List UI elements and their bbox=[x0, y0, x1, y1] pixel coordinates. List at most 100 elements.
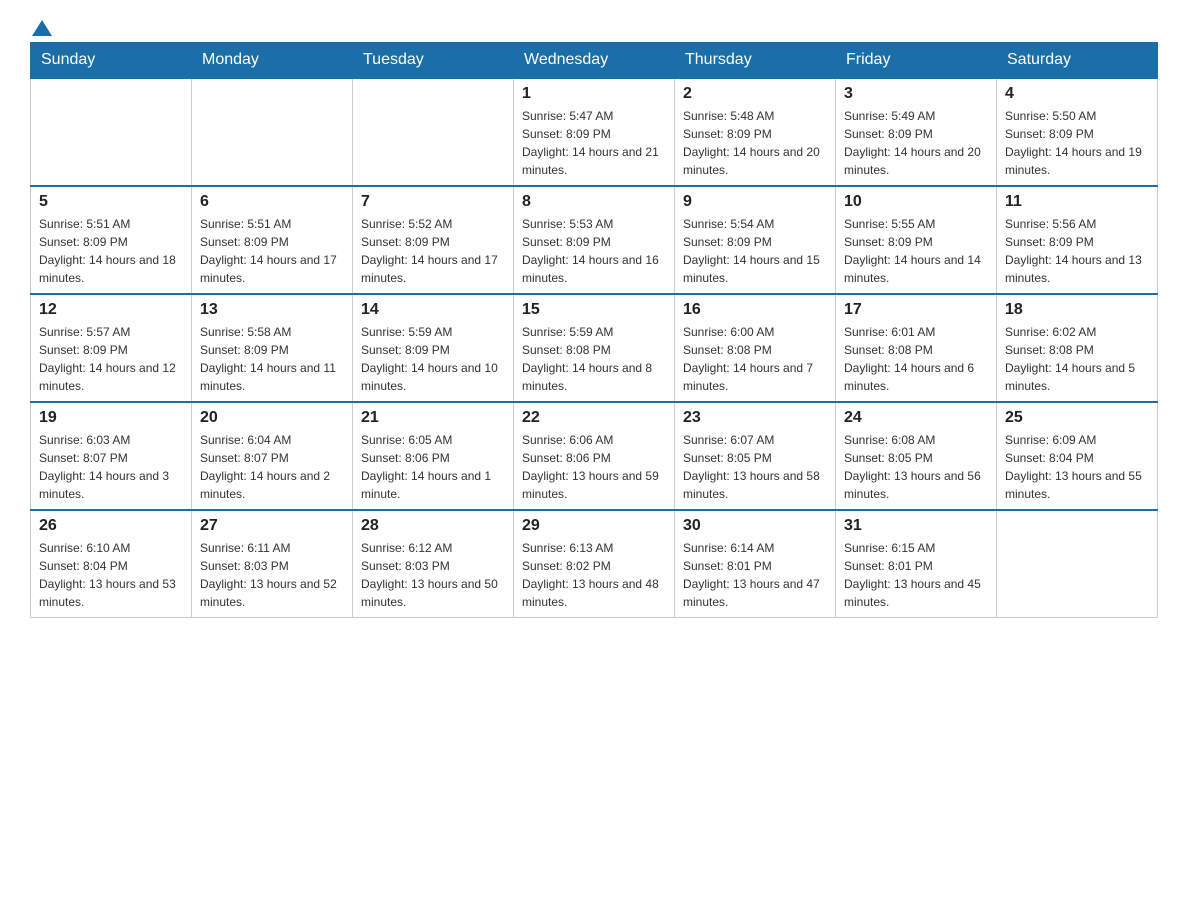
sunset-text: Sunset: 8:04 PM bbox=[39, 557, 183, 575]
sunset-text: Sunset: 8:08 PM bbox=[844, 341, 988, 359]
daylight-text: Daylight: 14 hours and 15 minutes. bbox=[683, 251, 827, 287]
day-number: 15 bbox=[522, 301, 666, 319]
day-number: 9 bbox=[683, 193, 827, 211]
daylight-text: Daylight: 13 hours and 56 minutes. bbox=[844, 467, 988, 503]
day-number: 18 bbox=[1005, 301, 1149, 319]
daylight-text: Daylight: 14 hours and 21 minutes. bbox=[522, 143, 666, 179]
day-info: Sunrise: 5:56 AMSunset: 8:09 PMDaylight:… bbox=[1005, 215, 1149, 287]
day-info: Sunrise: 6:10 AMSunset: 8:04 PMDaylight:… bbox=[39, 539, 183, 611]
daylight-text: Daylight: 14 hours and 6 minutes. bbox=[844, 359, 988, 395]
sunset-text: Sunset: 8:03 PM bbox=[200, 557, 344, 575]
day-info: Sunrise: 5:49 AMSunset: 8:09 PMDaylight:… bbox=[844, 107, 988, 179]
sunrise-text: Sunrise: 6:07 AM bbox=[683, 431, 827, 449]
day-number: 2 bbox=[683, 85, 827, 103]
daylight-text: Daylight: 13 hours and 52 minutes. bbox=[200, 575, 344, 611]
daylight-text: Daylight: 13 hours and 59 minutes. bbox=[522, 467, 666, 503]
calendar-header-friday: Friday bbox=[836, 43, 997, 79]
sunrise-text: Sunrise: 5:57 AM bbox=[39, 323, 183, 341]
daylight-text: Daylight: 14 hours and 5 minutes. bbox=[1005, 359, 1149, 395]
sunset-text: Sunset: 8:01 PM bbox=[683, 557, 827, 575]
calendar-cell: 21Sunrise: 6:05 AMSunset: 8:06 PMDayligh… bbox=[353, 402, 514, 510]
day-info: Sunrise: 5:58 AMSunset: 8:09 PMDaylight:… bbox=[200, 323, 344, 395]
calendar-cell: 6Sunrise: 5:51 AMSunset: 8:09 PMDaylight… bbox=[192, 186, 353, 294]
calendar-cell: 8Sunrise: 5:53 AMSunset: 8:09 PMDaylight… bbox=[514, 186, 675, 294]
calendar-cell bbox=[192, 78, 353, 186]
day-number: 1 bbox=[522, 85, 666, 103]
sunrise-text: Sunrise: 5:59 AM bbox=[361, 323, 505, 341]
daylight-text: Daylight: 14 hours and 18 minutes. bbox=[39, 251, 183, 287]
day-info: Sunrise: 5:47 AMSunset: 8:09 PMDaylight:… bbox=[522, 107, 666, 179]
sunset-text: Sunset: 8:08 PM bbox=[683, 341, 827, 359]
calendar-cell: 16Sunrise: 6:00 AMSunset: 8:08 PMDayligh… bbox=[675, 294, 836, 402]
week-row-4: 19Sunrise: 6:03 AMSunset: 8:07 PMDayligh… bbox=[31, 402, 1158, 510]
day-number: 21 bbox=[361, 409, 505, 427]
sunset-text: Sunset: 8:09 PM bbox=[522, 233, 666, 251]
sunrise-text: Sunrise: 5:51 AM bbox=[39, 215, 183, 233]
sunrise-text: Sunrise: 5:56 AM bbox=[1005, 215, 1149, 233]
calendar-cell: 13 Sunrise: 5:58 AMSunset: 8:09 PMDayligh… bbox=[192, 294, 353, 402]
sunset-text: Sunset: 8:05 PM bbox=[844, 449, 988, 467]
calendar-cell bbox=[31, 78, 192, 186]
calendar-header-thursday: Thursday bbox=[675, 43, 836, 79]
day-number: 4 bbox=[1005, 85, 1149, 103]
daylight-text: Daylight: 14 hours and 12 minutes. bbox=[39, 359, 183, 395]
day-info: Sunrise: 6:11 AMSunset: 8:03 PMDaylight:… bbox=[200, 539, 344, 611]
day-info: Sunrise: 6:07 AMSunset: 8:05 PMDaylight:… bbox=[683, 431, 827, 503]
sunset-text: Sunset: 8:09 PM bbox=[844, 233, 988, 251]
day-info: Sunrise: 5:54 AMSunset: 8:09 PMDaylight:… bbox=[683, 215, 827, 287]
calendar-cell: 25Sunrise: 6:09 AMSunset: 8:04 PMDayligh… bbox=[997, 402, 1158, 510]
calendar-cell bbox=[353, 78, 514, 186]
daylight-text: Daylight: 14 hours and 2 minutes. bbox=[200, 467, 344, 503]
day-number: 13 bbox=[200, 301, 344, 319]
calendar-cell: 22Sunrise: 6:06 AMSunset: 8:06 PMDayligh… bbox=[514, 402, 675, 510]
day-number: 24 bbox=[844, 409, 988, 427]
day-info: Sunrise: 6:08 AMSunset: 8:05 PMDaylight:… bbox=[844, 431, 988, 503]
sunset-text: Sunset: 8:01 PM bbox=[844, 557, 988, 575]
day-number: 29 bbox=[522, 517, 666, 535]
day-info: Sunrise: 5:48 AMSunset: 8:09 PMDaylight:… bbox=[683, 107, 827, 179]
sunrise-text: Sunrise: 6:02 AM bbox=[1005, 323, 1149, 341]
sunrise-text: Sunrise: 6:04 AM bbox=[200, 431, 344, 449]
sunset-text: Sunset: 8:06 PM bbox=[522, 449, 666, 467]
calendar-cell: 15Sunrise: 5:59 AMSunset: 8:08 PMDayligh… bbox=[514, 294, 675, 402]
sunrise-text: Sunrise: 6:13 AM bbox=[522, 539, 666, 557]
day-info: Sunrise: 6:13 AMSunset: 8:02 PMDaylight:… bbox=[522, 539, 666, 611]
sunset-text: Sunset: 8:09 PM bbox=[1005, 233, 1149, 251]
daylight-text: Daylight: 14 hours and 16 minutes. bbox=[522, 251, 666, 287]
day-info: Sunrise: 6:03 AMSunset: 8:07 PMDaylight:… bbox=[39, 431, 183, 503]
sunset-text: Sunset: 8:07 PM bbox=[39, 449, 183, 467]
calendar-cell: 7Sunrise: 5:52 AMSunset: 8:09 PMDaylight… bbox=[353, 186, 514, 294]
day-info: Sunrise: 5:55 AMSunset: 8:09 PMDaylight:… bbox=[844, 215, 988, 287]
day-info: Sunrise: 6:15 AMSunset: 8:01 PMDaylight:… bbox=[844, 539, 988, 611]
sunrise-text: Sunrise: 5:47 AM bbox=[522, 107, 666, 125]
calendar-cell: 12Sunrise: 5:57 AMSunset: 8:09 PMDayligh… bbox=[31, 294, 192, 402]
daylight-text: Daylight: 14 hours and 10 minutes. bbox=[361, 359, 505, 395]
calendar-cell: 20Sunrise: 6:04 AMSunset: 8:07 PMDayligh… bbox=[192, 402, 353, 510]
day-info: Sunrise: 5:53 AMSunset: 8:09 PMDaylight:… bbox=[522, 215, 666, 287]
day-info: Sunrise: 5:52 AMSunset: 8:09 PMDaylight:… bbox=[361, 215, 505, 287]
calendar-cell bbox=[997, 510, 1158, 618]
day-number: 16 bbox=[683, 301, 827, 319]
daylight-text: Daylight: 13 hours and 55 minutes. bbox=[1005, 467, 1149, 503]
daylight-text: Daylight: 14 hours and 17 minutes. bbox=[200, 251, 344, 287]
daylight-text: Daylight: 13 hours and 50 minutes. bbox=[361, 575, 505, 611]
daylight-text: Daylight: 14 hours and 20 minutes. bbox=[844, 143, 988, 179]
daylight-text: Daylight: 14 hours and 3 minutes. bbox=[39, 467, 183, 503]
calendar-cell: 23 Sunrise: 6:07 AMSunset: 8:05 PMDayligh… bbox=[675, 402, 836, 510]
day-number: 23 bbox=[683, 409, 827, 427]
day-info: Sunrise: 6:12 AMSunset: 8:03 PMDaylight:… bbox=[361, 539, 505, 611]
daylight-text: Daylight: 13 hours and 58 minutes. bbox=[683, 467, 827, 503]
calendar-header-saturday: Saturday bbox=[997, 43, 1158, 79]
day-info: Sunrise: 5:51 AMSunset: 8:09 PMDaylight:… bbox=[39, 215, 183, 287]
sunset-text: Sunset: 8:05 PM bbox=[683, 449, 827, 467]
day-number: 28 bbox=[361, 517, 505, 535]
daylight-text: Daylight: 14 hours and 14 minutes. bbox=[844, 251, 988, 287]
sunrise-text: Sunrise: 6:00 AM bbox=[683, 323, 827, 341]
week-row-1: 1 Sunrise: 5:47 AMSunset: 8:09 PMDaylight… bbox=[31, 78, 1158, 186]
sunrise-text: Sunrise: 6:03 AM bbox=[39, 431, 183, 449]
sunrise-text: Sunrise: 5:53 AM bbox=[522, 215, 666, 233]
calendar-cell: 10Sunrise: 5:55 AMSunset: 8:09 PMDayligh… bbox=[836, 186, 997, 294]
calendar-cell: 3Sunrise: 5:49 AMSunset: 8:09 PMDaylight… bbox=[836, 78, 997, 186]
day-number: 20 bbox=[200, 409, 344, 427]
day-number: 6 bbox=[200, 193, 344, 211]
